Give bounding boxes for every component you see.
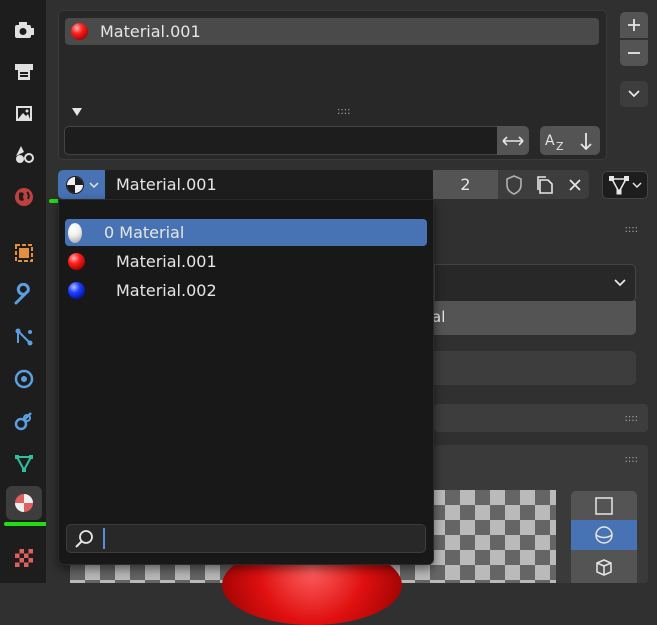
arrow-down-icon (579, 132, 592, 150)
partial-field-2[interactable] (434, 351, 636, 385)
sort-az-icon: AZ (545, 133, 564, 151)
user-count-field[interactable]: 2 (433, 170, 498, 199)
plane-icon (595, 496, 613, 515)
node-tree-icon (609, 176, 629, 195)
svg-text:Z: Z (556, 140, 564, 151)
preview-sphere-button[interactable] (571, 520, 637, 550)
remove-slot-button[interactable] (620, 40, 648, 66)
plus-icon (628, 19, 640, 31)
physics-icon[interactable] (6, 362, 42, 396)
render-icon[interactable] (6, 55, 42, 89)
list-filter-input[interactable] (64, 126, 498, 155)
sort-reverse-button[interactable] (571, 126, 600, 155)
properties-tab-bar (0, 0, 50, 583)
list-expand-triangle-icon[interactable] (72, 108, 82, 116)
output-icon[interactable] (6, 96, 42, 130)
cube-icon (596, 558, 612, 576)
material-browse-dropdown: 0 Material Material.001 Material.002 (58, 199, 434, 565)
view-layer-icon[interactable] (6, 137, 42, 171)
slot-specials-menu[interactable] (620, 81, 648, 107)
partial-field[interactable]: al (432, 301, 636, 335)
dropdown-item[interactable]: 0 Material (65, 219, 427, 246)
add-slot-button[interactable] (620, 12, 648, 38)
object-data-mesh-icon[interactable] (6, 446, 42, 480)
texture-checker-icon[interactable] (6, 541, 42, 575)
material-slot-label: Material.001 (100, 22, 201, 41)
preview-flat-button[interactable] (571, 491, 637, 520)
invert-filter-button[interactable] (497, 126, 529, 155)
chevron-down-icon (628, 90, 640, 98)
material-browse-icon (66, 175, 84, 194)
search-icon (75, 530, 93, 548)
panel-header-2[interactable]: :::: (434, 404, 648, 432)
minus-icon (628, 52, 640, 54)
fake-user-button[interactable] (498, 170, 529, 199)
constraints-icon[interactable] (6, 404, 42, 438)
highlight-marker (4, 522, 50, 526)
duplicate-material-button[interactable] (529, 170, 560, 199)
sort-alpha-button[interactable]: AZ (540, 126, 571, 155)
world-icon[interactable] (6, 180, 42, 214)
text-caret (103, 528, 105, 549)
duplicate-icon (536, 175, 553, 194)
shield-icon (505, 174, 522, 195)
material-sphere-icon (68, 253, 85, 270)
chevron-down-icon (614, 279, 626, 287)
sphere-icon (595, 526, 613, 544)
modifier-wrench-icon[interactable] (6, 278, 42, 312)
svg-text:A: A (545, 133, 555, 149)
material-sphere-icon (68, 222, 82, 243)
tool-icon[interactable] (6, 14, 42, 48)
material-icon[interactable] (6, 486, 42, 520)
dropdown-search-input[interactable] (66, 524, 426, 553)
material-sphere-icon (68, 282, 85, 299)
unlink-material-button[interactable] (560, 170, 589, 199)
material-name-field[interactable]: Material.001 (105, 170, 433, 199)
chevron-down-icon (89, 181, 99, 188)
material-sphere-icon (71, 23, 88, 40)
double-arrow-icon (502, 135, 524, 146)
chevron-down-icon (632, 182, 642, 189)
close-icon (568, 178, 581, 191)
particles-icon[interactable] (6, 320, 42, 354)
shader-nodes-menu[interactable] (602, 171, 648, 199)
browse-material-button[interactable] (58, 170, 105, 199)
object-icon[interactable] (6, 236, 42, 270)
material-slot-item[interactable]: Material.001 (65, 18, 599, 45)
dropdown-item[interactable]: Material.001 (65, 248, 427, 275)
list-resize-grip[interactable]: :::: (337, 107, 357, 117)
dropdown-item[interactable]: Material.002 (65, 277, 427, 304)
preview-cube-button[interactable] (571, 550, 637, 583)
panel-header[interactable]: :::: (434, 215, 648, 243)
surface-type-dropdown[interactable] (434, 264, 636, 302)
